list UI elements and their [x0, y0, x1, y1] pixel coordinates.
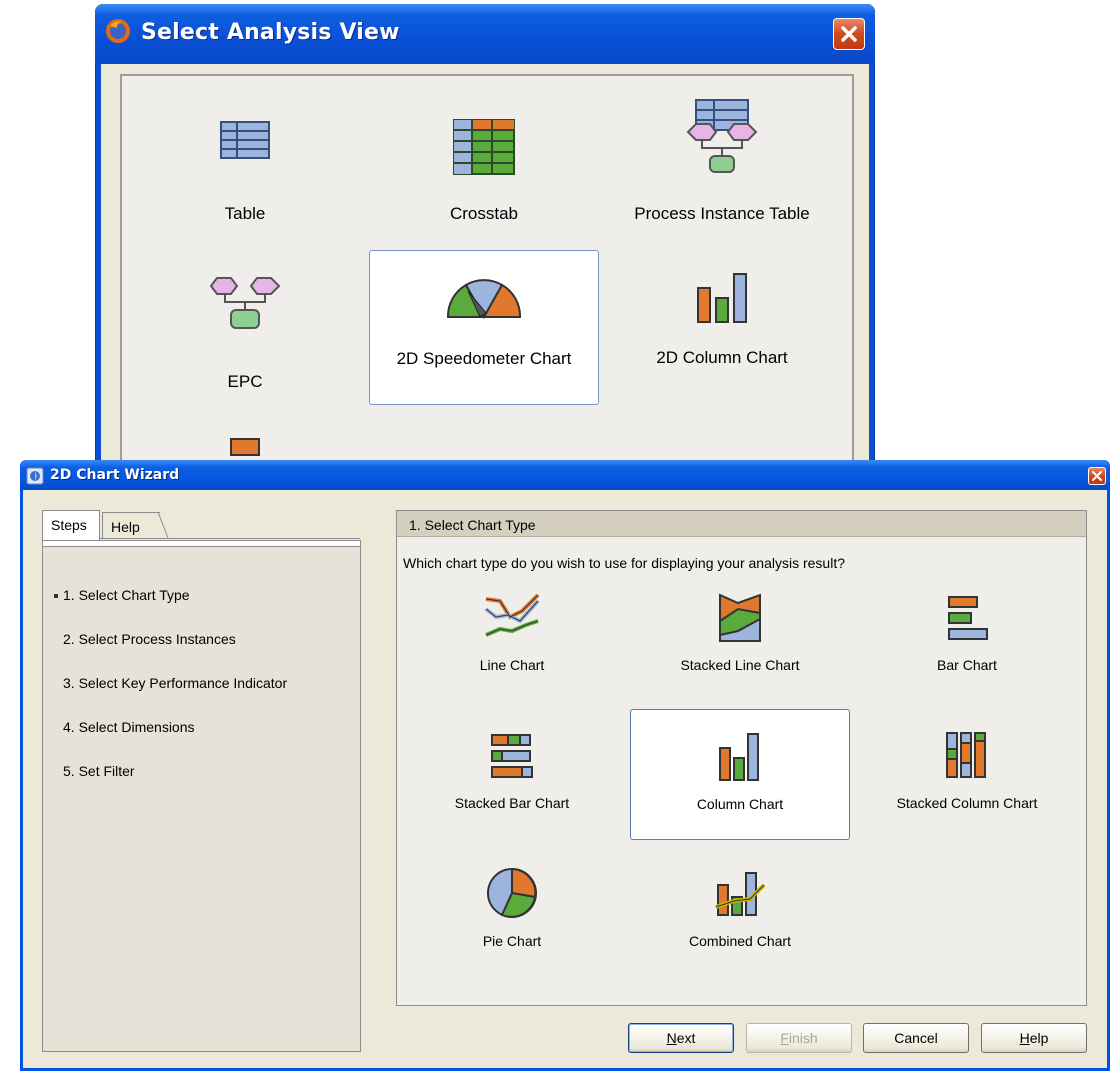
chart-type-column[interactable]: Column Chart [630, 709, 850, 840]
step-label: 4. Select Dimensions [63, 719, 195, 735]
close-icon [1092, 471, 1102, 481]
line-chart-icon [484, 593, 540, 637]
view-item-epc[interactable]: EPC [130, 256, 360, 411]
chart-type-pie[interactable]: Pie Chart [402, 855, 622, 986]
step-item-2[interactable]: 2. Select Process Instances [63, 631, 236, 647]
next-label: ext [676, 1030, 696, 1046]
step-label: 2. Select Process Instances [63, 631, 236, 647]
chart-type-panel: 1. Select Chart Type Which chart type do… [396, 510, 1087, 1006]
chart-type-stacked-line[interactable]: Stacked Line Chart [630, 579, 850, 710]
view-item-column-chart[interactable]: 2D Column Chart [607, 256, 837, 411]
bar-chart-icon [948, 596, 988, 640]
crosstab-icon [453, 119, 515, 175]
steps-panel: 1. Select Chart Type 2. Select Process I… [42, 540, 361, 1052]
chart-type-stacked-column[interactable]: Stacked Column Chart [857, 717, 1077, 848]
chart-type-label: Line Chart [479, 657, 545, 673]
section-header: 1. Select Chart Type [397, 511, 1086, 537]
chart-type-label: Stacked Line Chart [680, 657, 800, 673]
step-label: 3. Select Key Performance Indicator [63, 675, 288, 691]
speedometer-chart-icon [446, 279, 522, 320]
wizard-app-icon [26, 467, 44, 485]
view-item-label: EPC [227, 372, 263, 391]
view-item-label: Crosstab [449, 204, 519, 223]
close-icon [841, 26, 857, 42]
view-item-table[interactable]: Table [130, 94, 360, 249]
step-item-4[interactable]: 4. Select Dimensions [63, 719, 195, 735]
finish-mnemonic: F [780, 1030, 789, 1046]
title-bar[interactable]: 2D Chart Wizard [20, 460, 1110, 490]
process-instance-table-icon [686, 99, 758, 173]
view-item-label: Table [224, 204, 266, 223]
chart-type-stacked-bar[interactable]: Stacked Bar Chart [402, 717, 622, 848]
chart-type-label: Bar Chart [937, 657, 997, 673]
help-label: elp [1029, 1030, 1049, 1046]
step-label: 5. Set Filter [63, 763, 135, 779]
column-chart-icon [697, 273, 747, 323]
chart-type-line[interactable]: Line Chart [402, 579, 622, 710]
window-title: Select Analysis View [141, 20, 400, 45]
chart-type-label: Stacked Column Chart [896, 795, 1038, 811]
chart-type-bar[interactable]: Bar Chart [857, 579, 1077, 710]
chart-type-label: Stacked Bar Chart [454, 795, 570, 811]
finish-button[interactable]: Finish [746, 1023, 852, 1053]
chart-wizard-window: 2D Chart Wizard Steps Help 1. Select Cha… [20, 460, 1110, 1071]
step-item-3[interactable]: 3. Select Key Performance Indicator [63, 675, 287, 691]
next-mnemonic: N [666, 1030, 677, 1046]
title-bar[interactable]: Select Analysis View [95, 4, 875, 64]
step-label: 1. Select Chart Type [63, 587, 190, 603]
firefox-icon [106, 19, 130, 43]
select-analysis-view-window: Select Analysis View Table Crosstab Proc… [95, 4, 875, 484]
cancel-button[interactable]: Cancel [863, 1023, 969, 1053]
wizard-body: Steps Help 1. Select Chart Type 2. Selec… [23, 490, 1107, 1068]
steps-panel-top-edge [43, 541, 360, 547]
next-button[interactable]: Next [628, 1023, 734, 1053]
chart-type-label: Combined Chart [689, 933, 791, 949]
view-item-crosstab[interactable]: Crosstab [369, 94, 599, 249]
current-step-bullet [54, 594, 58, 598]
view-item-speedometer-chart[interactable]: 2D Speedometer Chart [369, 250, 599, 405]
chart-type-label: Column Chart [696, 796, 784, 812]
view-item-label: 2D Speedometer Chart [396, 349, 572, 368]
help-button[interactable]: Help [981, 1023, 1087, 1053]
view-item-label: Process Instance Table [634, 204, 810, 223]
close-button[interactable] [833, 18, 865, 50]
step-item-1[interactable]: 1. Select Chart Type [54, 587, 190, 603]
tab-steps[interactable]: Steps [42, 510, 100, 540]
chart-type-combined[interactable]: Combined Chart [630, 855, 850, 986]
stacked-bar-chart-icon [491, 734, 533, 778]
close-button[interactable] [1088, 467, 1106, 485]
window-body: Table Crosstab Process Instance Table EP… [101, 64, 869, 484]
combined-chart-icon [715, 872, 766, 916]
view-item-label: 2D Column Chart [656, 348, 788, 367]
finish-label: inish [788, 1030, 818, 1046]
tab-baseline [100, 538, 360, 539]
column-chart-icon [719, 733, 759, 781]
epc-icon [209, 277, 281, 329]
stacked-line-chart-icon [719, 593, 761, 642]
bar-chart-icon-partial [230, 438, 260, 456]
pie-chart-icon [487, 867, 537, 918]
step-item-5[interactable]: 5. Set Filter [63, 763, 135, 779]
analysis-view-list: Table Crosstab Process Instance Table EP… [120, 74, 854, 484]
help-mnemonic: H [1019, 1030, 1030, 1046]
window-title: 2D Chart Wizard [50, 467, 180, 483]
tab-strip: Steps Help [42, 510, 360, 540]
table-icon [220, 121, 270, 159]
tab-help[interactable]: Help [102, 512, 160, 538]
chart-type-label: Pie Chart [482, 933, 542, 949]
stacked-column-chart-icon [946, 732, 986, 778]
view-item-process-instance-table[interactable]: Process Instance Table [607, 94, 837, 249]
tab-edge [158, 512, 169, 538]
question-text: Which chart type do you wish to use for … [403, 555, 845, 571]
